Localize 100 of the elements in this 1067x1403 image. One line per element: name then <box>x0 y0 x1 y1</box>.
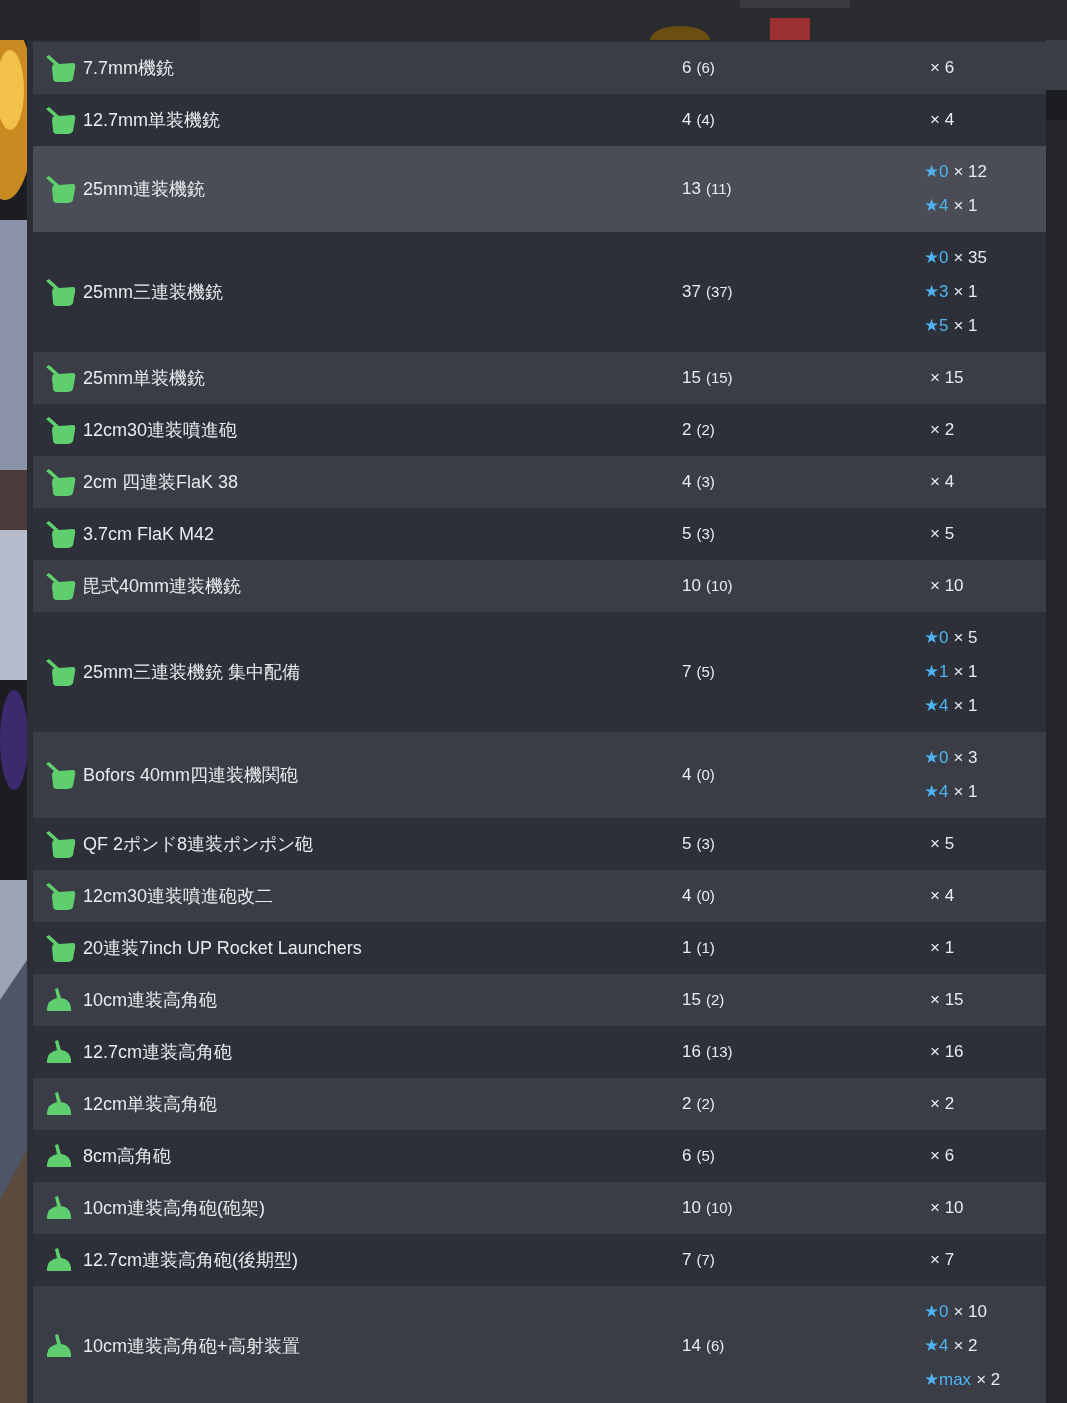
spare-count: (5) <box>696 1146 715 1167</box>
item-quantity: × 1 <box>953 315 978 337</box>
improvement-level: ★0 <box>924 247 949 269</box>
total-count: 14 <box>682 1335 701 1358</box>
improvement-level: ★0 <box>924 747 949 769</box>
improvement-level: ★1 <box>924 661 949 683</box>
dome-turret-icon <box>45 1040 73 1064</box>
table-row[interactable]: 12cm30連装噴進砲改二 4 (0) × 4 <box>33 870 1046 922</box>
item-quantity: × 3 <box>953 747 978 769</box>
item-quantity: × 7 <box>930 1249 955 1271</box>
table-row[interactable]: 12cm単装高角砲 2 (2) × 2 <box>33 1078 1046 1130</box>
item-quantity: × 16 <box>930 1041 964 1063</box>
total-count: 4 <box>682 885 692 908</box>
gun-turret-icon <box>45 468 77 496</box>
spare-count: (6) <box>705 1336 725 1357</box>
item-quantity: × 4 <box>930 885 955 907</box>
item-quantity: × 4 <box>930 471 955 493</box>
equipment-name: 8cm高角砲 <box>83 1144 172 1168</box>
item-quantity: × 10 <box>930 1197 964 1219</box>
improvement-level: ★3 <box>924 281 949 303</box>
item-quantity: × 1 <box>953 661 978 683</box>
total-count: 7 <box>682 1249 692 1272</box>
gun-turret-icon <box>45 54 77 82</box>
table-row[interactable]: 25mm単装機銃 15 (15) × 15 <box>33 352 1046 404</box>
spare-count: (0) <box>696 765 715 786</box>
total-count: 10 <box>682 575 701 598</box>
gun-turret-icon <box>45 830 77 858</box>
spare-count: (6) <box>696 58 715 79</box>
item-quantity: × 10 <box>930 575 964 597</box>
table-row[interactable]: Bofors 40mm四連装機関砲 4 (0) ★0 × 3 ★4 × 1 <box>33 732 1046 818</box>
equipment-name: 25mm三連装機銃 <box>83 280 224 304</box>
equipment-name: 20連装7inch UP Rocket Launchers <box>83 936 363 960</box>
equipment-name: 7.7mm機銃 <box>83 56 175 80</box>
equipment-name: 10cm連装高角砲(砲架) <box>83 1196 266 1220</box>
equipment-name: Bofors 40mm四連装機関砲 <box>83 763 300 787</box>
dome-turret-icon <box>45 1248 73 1272</box>
total-count: 5 <box>682 523 692 546</box>
spare-count: (3) <box>696 834 715 855</box>
improvement-level: ★4 <box>924 695 949 717</box>
equipment-name: QF 2ポンド8連装ポンポン砲 <box>83 832 315 856</box>
improvement-level: ★4 <box>924 781 949 803</box>
total-count: 6 <box>682 1145 692 1168</box>
improvement-level: ★4 <box>924 1335 949 1357</box>
equipment-name: 25mm三連装機銃 集中配備 <box>83 660 301 684</box>
spare-count: (15) <box>705 368 733 389</box>
item-quantity: × 5 <box>953 627 978 649</box>
item-quantity: × 15 <box>930 367 964 389</box>
spare-count: (1) <box>696 938 715 959</box>
item-quantity: × 2 <box>930 1093 955 1115</box>
total-count: 2 <box>682 1093 692 1116</box>
item-quantity: × 1 <box>953 781 978 803</box>
item-quantity: × 2 <box>976 1369 1001 1391</box>
item-quantity: × 10 <box>953 1301 988 1323</box>
item-quantity: × 4 <box>930 109 955 131</box>
gun-turret-icon <box>45 572 77 600</box>
spare-count: (10) <box>705 1198 733 1219</box>
equipment-name: 2cm 四連装FlaK 38 <box>83 470 240 494</box>
table-row[interactable]: 25mm連装機銃 13 (11) ★0 × 12 ★4 × 1 <box>33 146 1046 232</box>
total-count: 6 <box>682 57 692 80</box>
spare-count: (2) <box>696 1094 715 1115</box>
spare-count: (10) <box>705 576 733 597</box>
equipment-name: 12cm30連装噴進砲改二 <box>83 884 275 908</box>
total-count: 7 <box>682 661 692 684</box>
equipment-name: 3.7cm FlaK M42 <box>83 522 216 546</box>
item-quantity: × 5 <box>930 833 955 855</box>
gun-turret-icon <box>45 416 77 444</box>
improvement-level: ★0 <box>924 627 949 649</box>
total-count: 37 <box>682 281 701 304</box>
gun-turret-icon <box>45 364 77 392</box>
total-count: 15 <box>682 989 701 1012</box>
gun-turret-icon <box>45 278 77 306</box>
equipment-name: 12.7cm連装高角砲(後期型) <box>83 1248 299 1272</box>
total-count: 4 <box>682 471 692 494</box>
gun-turret-icon <box>45 106 77 134</box>
item-quantity: × 2 <box>953 1335 978 1357</box>
item-quantity: × 5 <box>930 523 955 545</box>
item-quantity: × 15 <box>930 989 964 1011</box>
table-row[interactable]: 10cm連装高角砲+高射装置 14 (6) ★0 × 10 ★4 × 2 ★max × 2 <box>33 1286 1046 1403</box>
gun-turret-icon <box>45 658 77 686</box>
gun-turret-icon <box>45 934 77 962</box>
total-count: 5 <box>682 833 692 856</box>
total-count: 13 <box>682 178 701 201</box>
improvement-level: ★5 <box>924 315 949 337</box>
table-row[interactable]: 10cm連装高角砲 15 (2) × 15 <box>33 974 1046 1026</box>
table-row[interactable]: 10cm連装高角砲(砲架) 10 (10) × 10 <box>33 1182 1046 1234</box>
equipment-name: 12.7mm単装機銃 <box>83 108 222 132</box>
item-quantity: × 12 <box>953 161 988 183</box>
spare-count: (13) <box>705 1042 733 1063</box>
dome-turret-icon <box>45 1334 73 1358</box>
table-row[interactable]: 2cm 四連装FlaK 38 4 (3) × 4 <box>33 456 1046 508</box>
gun-turret-icon <box>45 761 77 789</box>
improvement-level: ★0 <box>924 161 949 183</box>
table-row[interactable]: 7.7mm機銃 6 (6) × 6 <box>33 42 1046 94</box>
equipment-name: 毘式40mm連装機銃 <box>83 574 242 598</box>
equipment-name: 12cm単装高角砲 <box>83 1092 218 1116</box>
item-quantity: × 6 <box>930 57 955 79</box>
table-row[interactable]: 毘式40mm連装機銃 10 (10) × 10 <box>33 560 1046 612</box>
spare-count: (2) <box>705 990 725 1011</box>
item-quantity: × 6 <box>930 1145 955 1167</box>
improvement-level: ★max <box>924 1369 972 1391</box>
